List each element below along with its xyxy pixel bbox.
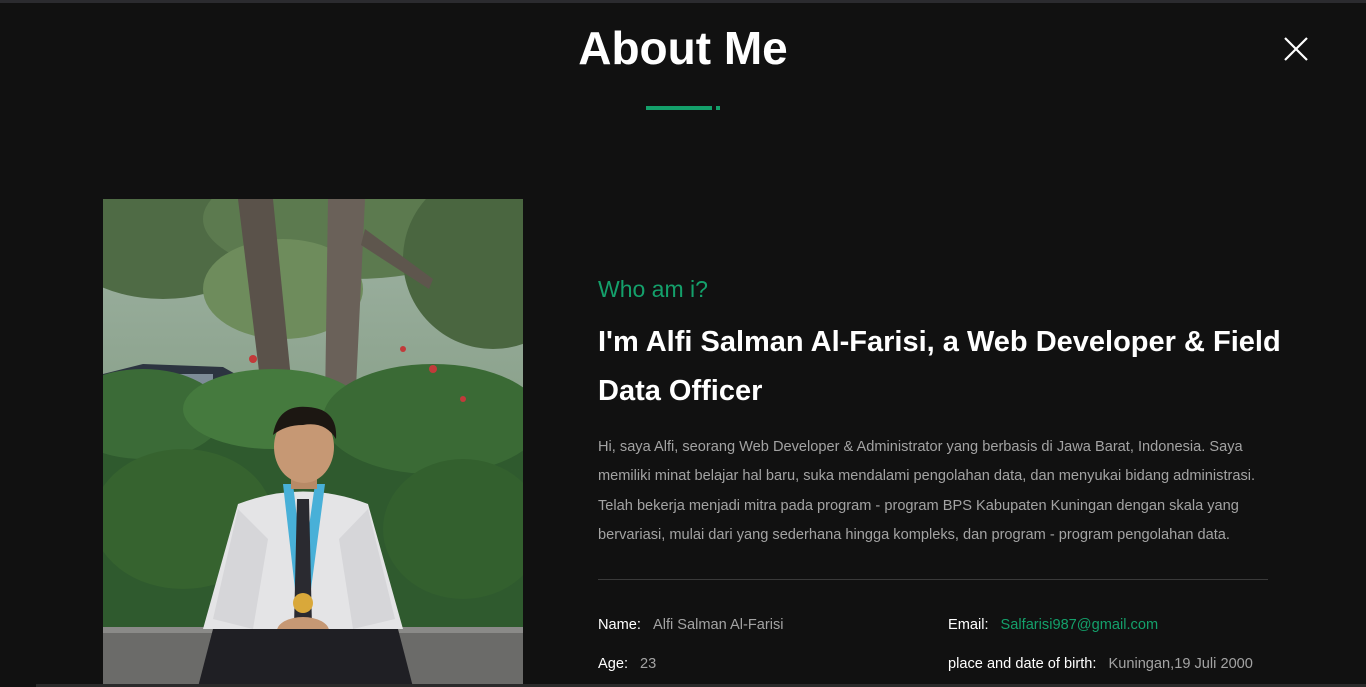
close-icon: [1284, 37, 1308, 61]
who-am-i-subtitle: Who am i?: [598, 276, 708, 302]
birth-label: place and date of birth:: [948, 656, 1097, 672]
age-value: 23: [640, 656, 657, 672]
name-label: Name:: [598, 617, 641, 633]
intro-headline: I'm Alfi Salman Al-Farisi, a Web Develop…: [598, 326, 1281, 407]
about-me-modal: About Me Who am i? I'm Alfi Salman Al-Fa…: [0, 0, 1366, 687]
birth-row: place and date of birth: Kuningan,19 Juli…: [948, 655, 1253, 673]
title-underline: [646, 106, 712, 110]
age-row: Age: 23: [598, 655, 656, 673]
email-row: Email: Salfarisi987@gmail.com: [948, 616, 1158, 634]
profile-photo: [103, 199, 523, 687]
name-value: Alfi Salman Al-Farisi: [652, 617, 784, 633]
age-label: Age:: [598, 656, 629, 672]
email-label: Email:: [948, 617, 989, 633]
top-border: [0, 0, 1366, 3]
close-button[interactable]: [1278, 31, 1314, 67]
name-row: Name: Alfi Salman Al-Farisi: [598, 616, 784, 634]
email-link[interactable]: Salfarisi987@gmail.com: [1001, 617, 1159, 633]
section-divider: [598, 579, 1268, 580]
birth-value: Kuningan,19 Juli 2000: [1108, 656, 1253, 672]
title-underline-dot: [716, 106, 720, 110]
bio-paragraph: Hi, saya Alfi, seorang Web Developer & A…: [598, 439, 1256, 544]
page-title: About Me: [578, 22, 788, 74]
